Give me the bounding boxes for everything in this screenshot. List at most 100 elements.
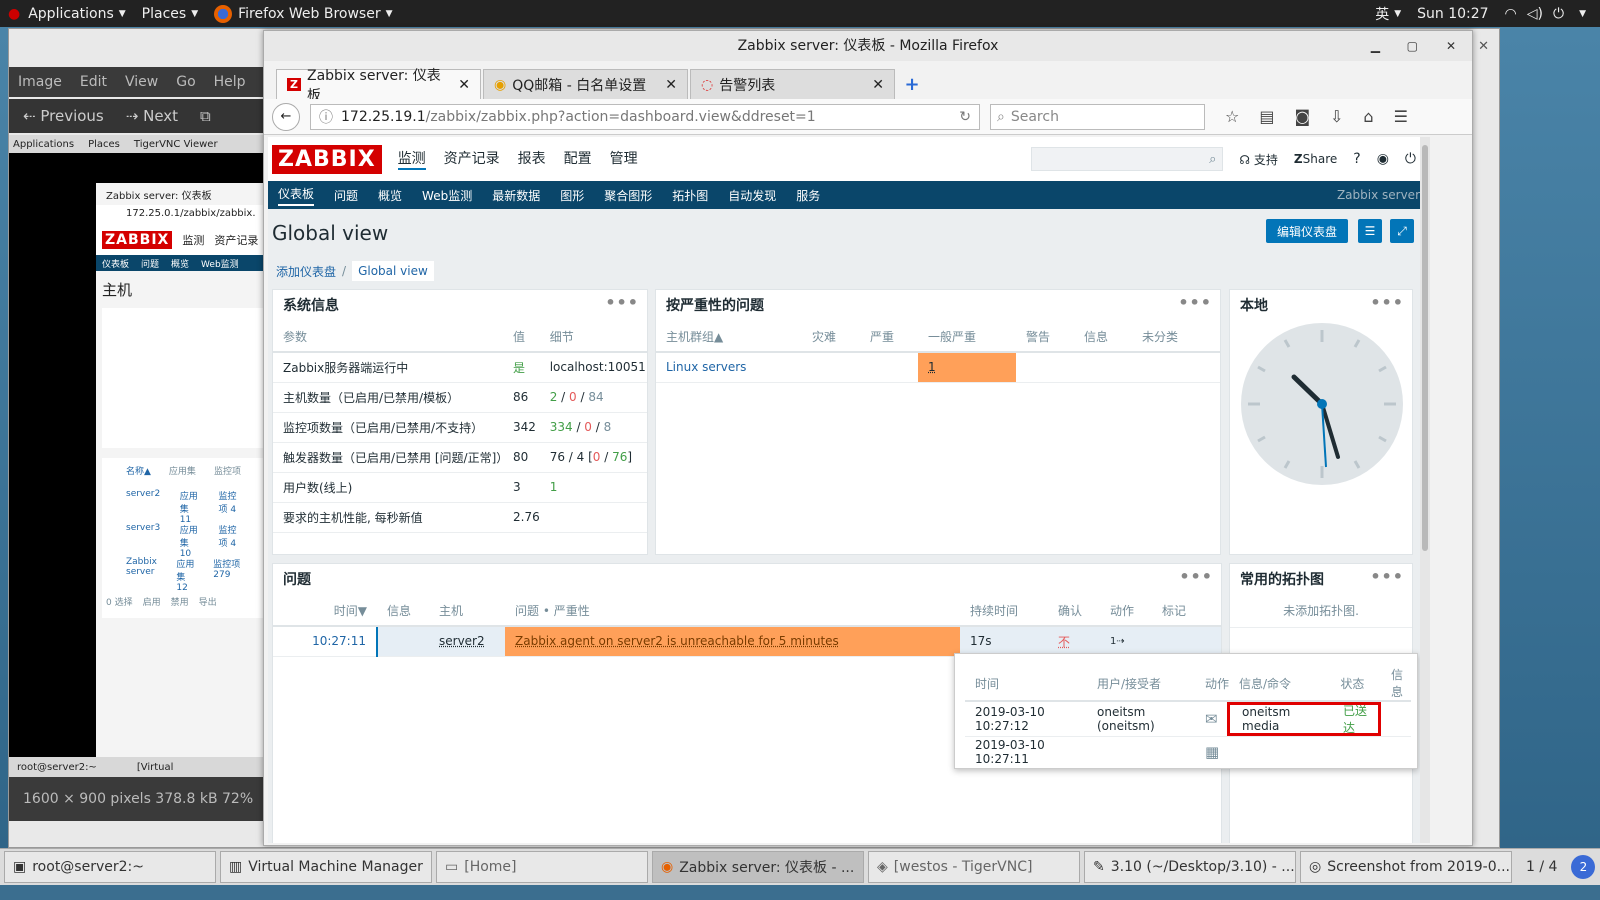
column-header[interactable]: 时间▼ [273, 596, 377, 627]
rotate-icon[interactable]: ⧉ [200, 107, 211, 125]
home-icon[interactable]: ⌂ [1363, 107, 1373, 126]
menu-view[interactable]: View [125, 74, 158, 90]
logout-icon[interactable]: ⏻ [1405, 151, 1416, 167]
reload-icon[interactable]: ↻ [959, 109, 971, 125]
subnav-maps[interactable]: 拓扑图 [672, 187, 708, 204]
host-group-link[interactable]: Linux servers [656, 352, 802, 383]
nav-reports[interactable]: 报表 [518, 148, 546, 170]
widget-menu-icon[interactable]: ••• [1179, 561, 1213, 593]
previous-button[interactable]: ⇠ Previous [23, 107, 104, 125]
nav-administration[interactable]: 管理 [610, 148, 638, 170]
zabbix-header: ZABBIX 监测 资产记录 报表 配置 管理 ⌕ ☊ 支持 ZShare ? … [268, 137, 1430, 181]
image-status: 1600 × 900 pixels 378.8 kB 72% [9, 777, 269, 821]
search-box[interactable]: ⌕ Search [990, 103, 1205, 130]
folder-icon: ▭ [445, 859, 459, 875]
new-tab-button[interactable]: + [897, 69, 927, 99]
breadcrumb-add-dashboard[interactable]: 添加仪表盘 [276, 263, 336, 280]
fullscreen-button[interactable]: ⤢ [1390, 219, 1414, 243]
action-user: oneitsm (oneitsm) [1087, 701, 1195, 737]
dashboard-list-button[interactable]: ☰ [1358, 219, 1382, 243]
applications-menu[interactable]: ● Applications ▼ [0, 0, 134, 27]
minimize-icon[interactable]: ▁ [1371, 39, 1380, 53]
menu-go[interactable]: Go [176, 74, 195, 90]
menu-help[interactable]: Help [214, 74, 246, 90]
zabbix-search-input[interactable]: ⌕ [1031, 147, 1224, 171]
host-link[interactable]: server2 [429, 626, 505, 657]
scrollbar[interactable] [1420, 137, 1430, 843]
workspace-switcher[interactable]: 1 / 4 [1516, 859, 1567, 875]
maximize-icon[interactable]: ▢ [1407, 39, 1418, 53]
close-icon[interactable]: ✕ [1478, 39, 1489, 54]
close-icon[interactable]: ✕ [1446, 39, 1456, 53]
column-header[interactable]: 主机群组▲ [656, 322, 802, 353]
back-button[interactable]: ← [272, 102, 300, 131]
ok-count: 76 [612, 450, 628, 464]
text-editor-icon: ✎ [1093, 859, 1105, 875]
help-icon[interactable]: ? [1353, 151, 1360, 167]
power-icon: ⏻ [1553, 5, 1565, 22]
nav-monitoring[interactable]: 监测 [397, 148, 426, 170]
tab-qqmail[interactable]: ◉ QQ邮箱 - 白名单设置 ✕ [483, 69, 688, 99]
places-menu[interactable]: Places ▼ [134, 0, 206, 27]
tab-zabbix[interactable]: Z Zabbix server: 仪表板 ✕ [276, 68, 481, 104]
widget-menu-icon[interactable]: ••• [1370, 561, 1404, 593]
subnav-screens[interactable]: 聚合图形 [604, 187, 652, 204]
subnav-discovery[interactable]: 自动发现 [728, 187, 776, 204]
subnav-dashboard[interactable]: 仪表板 [278, 185, 315, 206]
subnav-services[interactable]: 服务 [796, 187, 820, 204]
user-profile-icon[interactable]: ◉ [1377, 151, 1389, 167]
widget-menu-icon[interactable]: ••• [1178, 287, 1212, 319]
pocket-icon[interactable]: ◙ [1294, 107, 1310, 126]
clock[interactable]: Sun 10:27 [1409, 0, 1496, 27]
task-editor[interactable]: ✎ 3.10 (~/Desktop/3.10) - ... [1084, 851, 1296, 883]
zabbix-logo[interactable]: ZABBIX [272, 144, 382, 174]
actions-cell[interactable]: 1⇢ [1100, 626, 1152, 657]
bookmark-star-icon[interactable]: ☆ [1225, 107, 1239, 126]
tab-close-icon[interactable]: ✕ [665, 77, 677, 93]
input-method[interactable]: 英 ▼ [1367, 0, 1409, 27]
nav-inventory[interactable]: 资产记录 [444, 148, 500, 170]
tab-close-icon[interactable]: ✕ [458, 77, 470, 93]
subnav-overview[interactable]: 概览 [378, 187, 402, 204]
problem-description-link[interactable]: Zabbix agent on server2 is unreachable f… [505, 626, 960, 657]
notification-badge[interactable]: 2 [1571, 855, 1596, 879]
problem-row: 10:27:11 server2 Zabbix agent on server2… [273, 626, 1221, 657]
download-icon[interactable]: ⇩ [1330, 107, 1343, 126]
column-header: 状态 [1330, 666, 1381, 702]
subnav-web[interactable]: Web监测 [422, 187, 472, 204]
widget-menu-icon[interactable]: ••• [605, 287, 639, 319]
menu-edit[interactable]: Edit [80, 74, 107, 90]
support-link[interactable]: ☊ 支持 [1239, 151, 1278, 168]
action-time: 2019-03-10 10:27:11 [975, 737, 1045, 766]
hamburger-menu-icon[interactable]: ☰ [1394, 107, 1408, 126]
reading-list-icon[interactable]: ▤ [1259, 107, 1274, 126]
widget-menu-icon[interactable]: ••• [1370, 287, 1404, 319]
share-link[interactable]: ZShare [1294, 152, 1337, 166]
task-virt-manager[interactable]: ▥ Virtual Machine Manager [220, 851, 432, 883]
average-severity-cell[interactable]: 1 [918, 352, 1016, 383]
tab-alerts[interactable]: ◌ 告警列表 ✕ [690, 69, 895, 99]
task-terminal[interactable]: ▣ root@server2:~ [4, 851, 216, 883]
edit-dashboard-button[interactable]: 编辑仪表盘 [1266, 219, 1348, 243]
column-header: 动作 [1195, 666, 1229, 702]
system-tray[interactable]: ◠ ◁) ⏻ ▼ [1497, 0, 1600, 27]
app-menu[interactable]: Firefox Web Browser ▼ [206, 0, 400, 27]
info-icon[interactable]: ⓘ [319, 107, 333, 127]
task-screenshot[interactable]: ◎ Screenshot from 2019-0... [1300, 851, 1512, 883]
menu-image[interactable]: Image [18, 74, 62, 90]
breadcrumb-global-view[interactable]: Global view [352, 261, 434, 281]
share-icon: Z [1293, 152, 1303, 166]
url-bar[interactable]: ⓘ 172.25.19.1/zabbix/zabbix.php?action=d… [310, 103, 980, 130]
main-nav: 监测 资产记录 报表 配置 管理 [397, 148, 638, 170]
next-button[interactable]: ⇢ Next [126, 107, 178, 125]
acknowledge-link[interactable]: 不 [1048, 626, 1100, 657]
problem-time-link[interactable]: 10:27:11 [273, 626, 378, 657]
task-home[interactable]: ▭ [Home] [436, 851, 648, 883]
subnav-latest-data[interactable]: 最新数据 [492, 187, 540, 204]
task-firefox[interactable]: ◉ Zabbix server: 仪表板 - ... [652, 851, 864, 883]
subnav-graphs[interactable]: 图形 [560, 187, 584, 204]
subnav-problems[interactable]: 问题 [334, 187, 358, 204]
tab-close-icon[interactable]: ✕ [872, 77, 884, 93]
nav-configuration[interactable]: 配置 [564, 148, 592, 170]
task-tigervnc[interactable]: ◈ [westos - TigerVNC] [868, 851, 1080, 883]
